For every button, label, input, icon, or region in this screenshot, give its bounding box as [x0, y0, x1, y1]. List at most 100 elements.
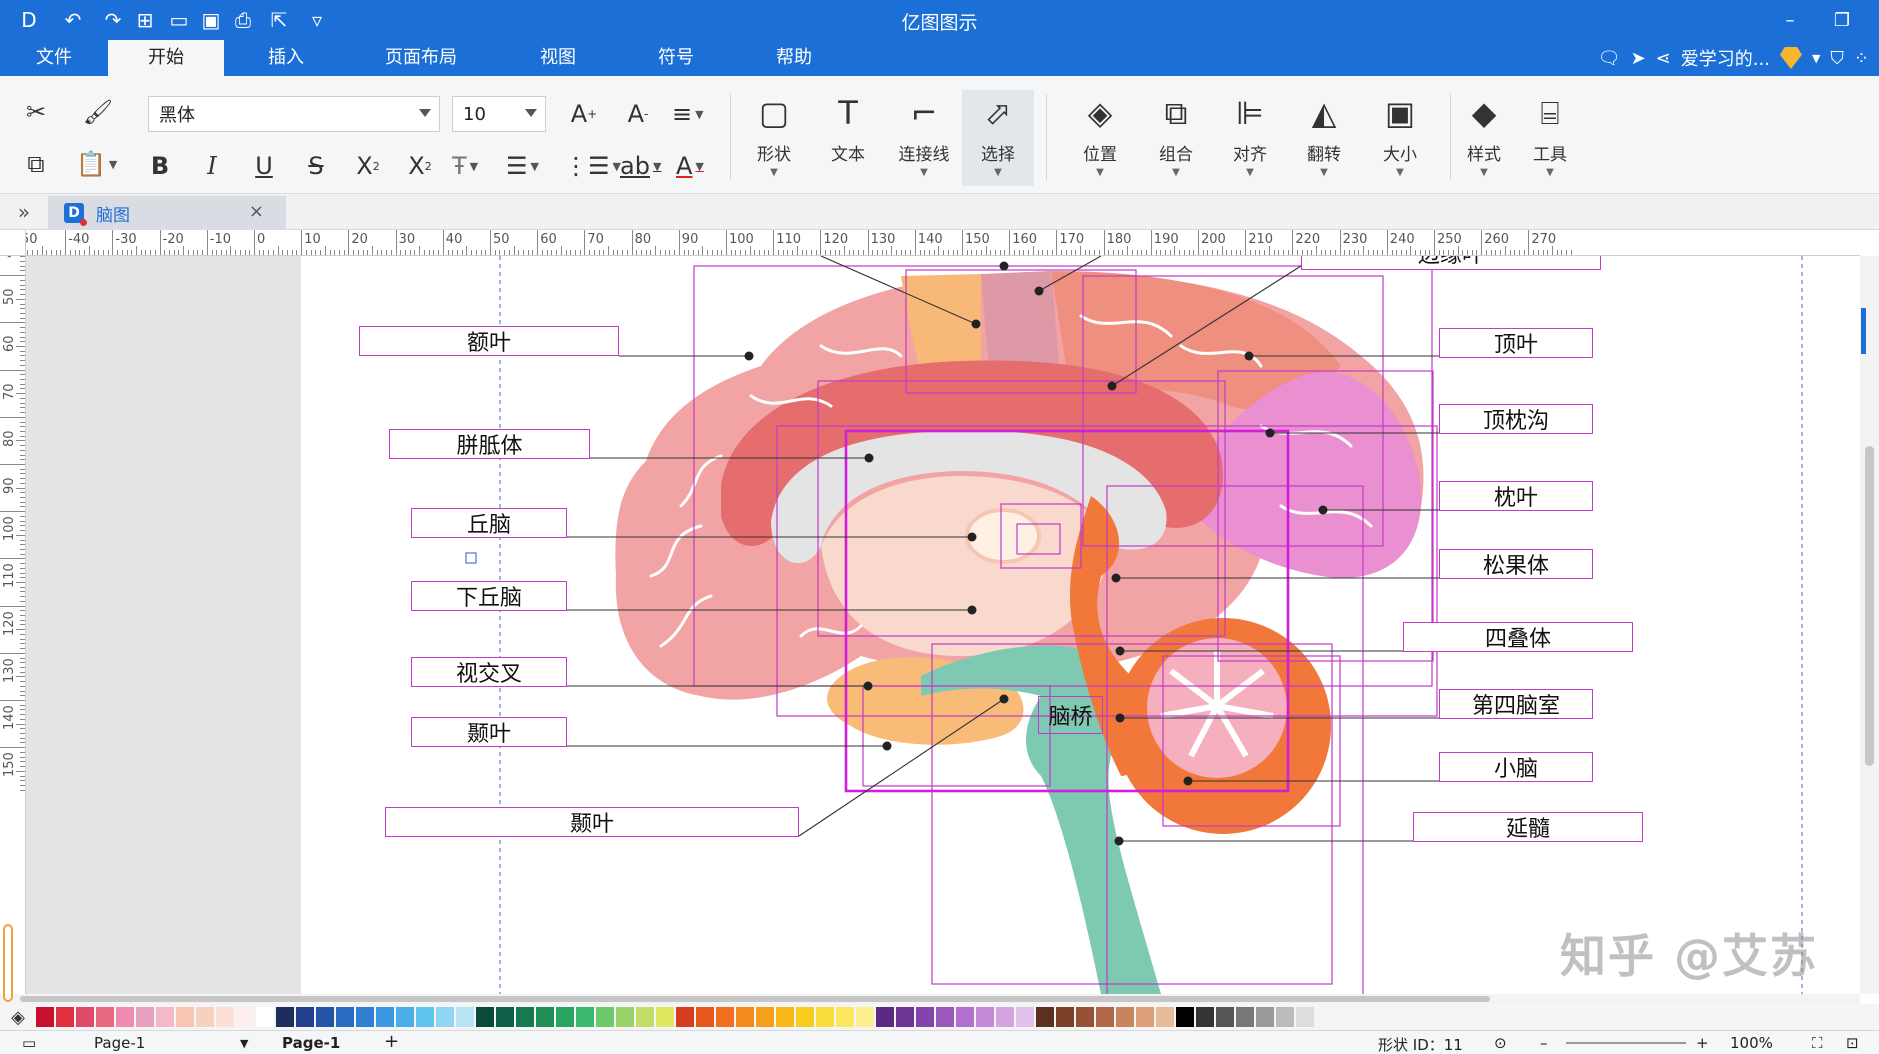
- horizontal-scrollbar[interactable]: [0, 994, 1860, 1004]
- vertical-scrollbar[interactable]: [1860, 256, 1879, 994]
- label-temporal-lobe-1[interactable]: 颞叶: [411, 717, 567, 747]
- color-swatch[interactable]: [396, 1007, 414, 1027]
- color-swatch[interactable]: [276, 1007, 294, 1027]
- color-swatch[interactable]: [476, 1007, 494, 1027]
- color-swatch[interactable]: [896, 1007, 914, 1027]
- tab-page-layout[interactable]: 页面布局: [366, 40, 476, 76]
- new-icon[interactable]: ⊞: [128, 4, 162, 36]
- restore-icon[interactable]: ❐: [1822, 4, 1862, 36]
- shape-button[interactable]: ▢ 形状 ▼: [738, 90, 810, 186]
- position-button[interactable]: ◈ 位置 ▼: [1064, 90, 1136, 186]
- select-button[interactable]: ⬀ 选择 ▼: [962, 90, 1034, 186]
- color-swatch[interactable]: [496, 1007, 514, 1027]
- color-swatch[interactable]: [1176, 1007, 1194, 1027]
- size-button[interactable]: ▣ 大小 ▼: [1364, 90, 1436, 186]
- color-swatch[interactable]: [1136, 1007, 1154, 1027]
- document-tab[interactable]: D 脑图 ×: [48, 196, 286, 230]
- color-swatch[interactable]: [516, 1007, 534, 1027]
- font-shrink-icon[interactable]: A-: [620, 96, 656, 132]
- copy-icon[interactable]: ⧉: [18, 146, 54, 182]
- underline-icon[interactable]: U: [246, 148, 282, 184]
- chevron-down-icon[interactable]: ▼: [240, 1037, 248, 1050]
- color-swatch[interactable]: [1076, 1007, 1094, 1027]
- color-swatch[interactable]: [636, 1007, 654, 1027]
- color-swatch[interactable]: [176, 1007, 194, 1027]
- tab-help[interactable]: 帮助: [752, 40, 836, 76]
- label-optic-chiasm[interactable]: 视交叉: [411, 657, 567, 687]
- paste-icon[interactable]: 📋 ▼: [76, 146, 117, 182]
- color-swatch[interactable]: [136, 1007, 154, 1027]
- label-fourth-ventricle[interactable]: 第四脑室: [1439, 689, 1593, 719]
- tab-symbol[interactable]: 符号: [634, 40, 718, 76]
- label-pineal-body[interactable]: 松果体: [1439, 549, 1593, 579]
- color-swatch[interactable]: [376, 1007, 394, 1027]
- color-swatch[interactable]: [1216, 1007, 1234, 1027]
- send-icon[interactable]: ➤: [1631, 48, 1646, 69]
- color-swatch[interactable]: [196, 1007, 214, 1027]
- color-swatch[interactable]: [36, 1007, 54, 1027]
- color-swatch[interactable]: [296, 1007, 314, 1027]
- fit-page-icon[interactable]: ⛶: [1812, 1034, 1823, 1052]
- subscript-icon[interactable]: X2: [402, 148, 438, 184]
- color-swatch[interactable]: [316, 1007, 334, 1027]
- color-swatch[interactable]: [536, 1007, 554, 1027]
- share-icon[interactable]: ⋖: [1656, 48, 1671, 69]
- color-swatch[interactable]: [796, 1007, 814, 1027]
- strikethrough-icon[interactable]: S: [298, 148, 334, 184]
- color-swatch[interactable]: [556, 1007, 574, 1027]
- color-swatch[interactable]: [736, 1007, 754, 1027]
- flip-button[interactable]: ◭ 翻转 ▼: [1288, 90, 1360, 186]
- bullets-icon[interactable]: ⋮☰ ▼: [564, 148, 621, 184]
- fullscreen-icon[interactable]: ⊡: [1846, 1034, 1859, 1052]
- vertical-scroll-thumb[interactable]: [1865, 446, 1874, 766]
- label-quadrigeminal-body[interactable]: 四叠体: [1403, 622, 1633, 652]
- tab-home[interactable]: 开始: [108, 40, 224, 76]
- zoom-slider[interactable]: [1566, 1042, 1686, 1044]
- color-swatch[interactable]: [356, 1007, 374, 1027]
- color-swatch[interactable]: [1096, 1007, 1114, 1027]
- minimize-icon[interactable]: –: [1770, 4, 1810, 36]
- zoom-level[interactable]: 100%: [1730, 1034, 1773, 1052]
- color-swatch[interactable]: [616, 1007, 634, 1027]
- line-spacing-icon[interactable]: ☰ ▼: [506, 148, 539, 184]
- close-icon[interactable]: ×: [249, 201, 264, 222]
- color-swatch[interactable]: [976, 1007, 994, 1027]
- tools-button[interactable]: ⌸ 工具 ▼: [1514, 90, 1586, 186]
- color-swatch[interactable]: [76, 1007, 94, 1027]
- horizontal-ruler[interactable]: 50 -40 -30 -20 -10 0 10 20 30 40 50 60 70 80 90 100 110 1…: [26, 230, 1860, 256]
- undo-icon[interactable]: ↶: [56, 4, 90, 36]
- color-swatch[interactable]: [256, 1007, 274, 1027]
- color-swatch[interactable]: [236, 1007, 254, 1027]
- vip-diamond-icon[interactable]: [1779, 47, 1802, 69]
- export-icon[interactable]: ⇱: [262, 4, 296, 36]
- color-swatch[interactable]: [1016, 1007, 1034, 1027]
- label-temporal-lobe-2[interactable]: 颞叶: [385, 807, 799, 837]
- color-swatch[interactable]: [1296, 1007, 1314, 1027]
- color-swatch[interactable]: [816, 1007, 834, 1027]
- horizontal-scroll-thumb[interactable]: [20, 996, 1490, 1002]
- color-swatch[interactable]: [776, 1007, 794, 1027]
- tab-insert[interactable]: 插入: [244, 40, 328, 76]
- color-swatch[interactable]: [1236, 1007, 1254, 1027]
- connector-button[interactable]: ⌐ 连接线 ▼: [888, 90, 960, 186]
- drawing-page[interactable]: 额叶 胼胝体 丘脑 下丘脑 视交叉 颞叶 颞叶 边缘叶 顶叶 顶枕沟 枕叶 松果…: [301, 256, 1860, 994]
- color-swatch[interactable]: [596, 1007, 614, 1027]
- color-swatch[interactable]: [1036, 1007, 1054, 1027]
- color-swatch[interactable]: [1196, 1007, 1214, 1027]
- color-swatch[interactable]: [876, 1007, 894, 1027]
- color-swatch[interactable]: [836, 1007, 854, 1027]
- align-button[interactable]: ⊫ 对齐 ▼: [1214, 90, 1286, 186]
- font-name-select[interactable]: 黑体: [148, 96, 440, 132]
- user-name[interactable]: 爱学习的...: [1681, 45, 1770, 71]
- text-format-icon[interactable]: Ŧ ▼: [452, 148, 478, 184]
- color-swatch[interactable]: [156, 1007, 174, 1027]
- page-tab[interactable]: Page-1: [282, 1034, 340, 1052]
- color-swatch[interactable]: [56, 1007, 74, 1027]
- color-swatch[interactable]: [716, 1007, 734, 1027]
- canvas-area[interactable]: 额叶 胼胝体 丘脑 下丘脑 视交叉 颞叶 颞叶 边缘叶 顶叶 顶枕沟 枕叶 松果…: [26, 256, 1860, 994]
- fill-color-icon[interactable]: ◈: [0, 1004, 36, 1030]
- color-swatch[interactable]: [1116, 1007, 1134, 1027]
- format-painter-icon[interactable]: 🖌: [80, 94, 116, 130]
- label-medulla[interactable]: 延髓: [1413, 812, 1643, 842]
- label-hypothalamus[interactable]: 下丘脑: [411, 581, 567, 611]
